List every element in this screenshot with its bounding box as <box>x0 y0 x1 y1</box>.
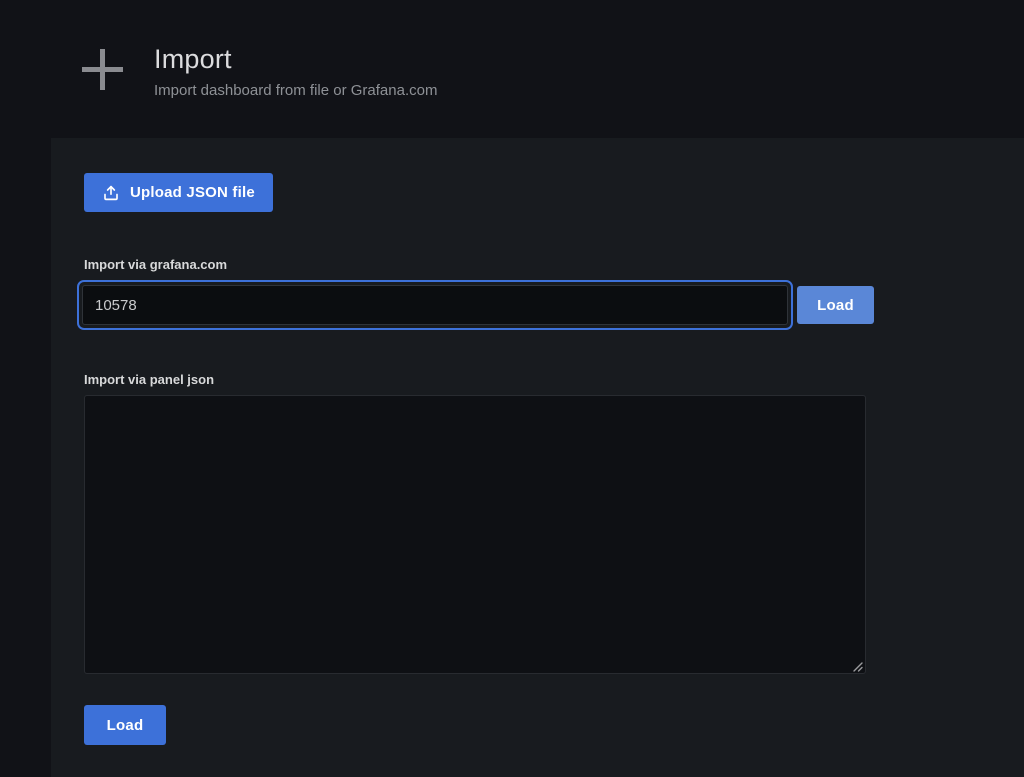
plus-icon <box>80 47 125 92</box>
page-header: Import Import dashboard from file or Gra… <box>0 0 1024 138</box>
import-via-panel-json-label: Import via panel json <box>84 372 1024 387</box>
import-panel: Upload JSON file Import via grafana.com … <box>51 138 1024 777</box>
page-title: Import <box>154 44 437 75</box>
upload-json-file-button[interactable]: Upload JSON file <box>84 173 273 212</box>
grafana-com-input[interactable] <box>82 285 788 325</box>
load-panel-json-label: Load <box>107 717 144 734</box>
upload-icon <box>102 184 120 202</box>
panel-json-textarea[interactable] <box>84 395 866 674</box>
page-subtitle: Import dashboard from file or Grafana.co… <box>154 82 437 99</box>
grafana-com-input-focus-ring <box>77 280 793 330</box>
load-panel-json-button[interactable]: Load <box>84 705 166 745</box>
load-grafana-com-label: Load <box>817 297 854 314</box>
upload-json-file-label: Upload JSON file <box>130 184 255 201</box>
load-grafana-com-button[interactable]: Load <box>797 286 874 324</box>
import-via-grafana-com-label: Import via grafana.com <box>84 257 874 272</box>
